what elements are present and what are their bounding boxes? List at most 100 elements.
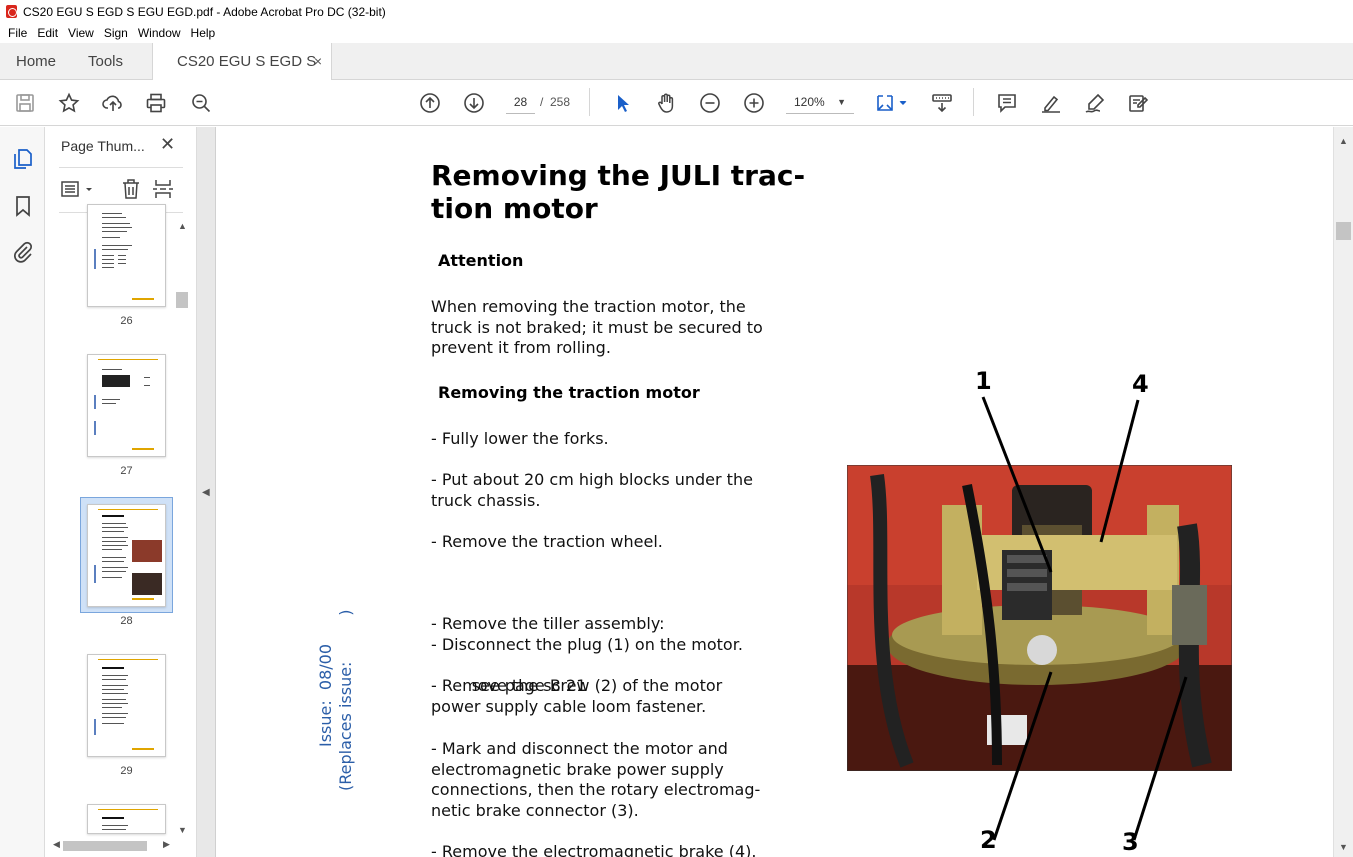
scrollbar-thumb[interactable] [63, 841, 147, 851]
attachment-icon[interactable] [11, 240, 35, 264]
callout-4: 4 [1132, 370, 1149, 398]
replaces-issue-label: (Replaces issue: ) [336, 609, 355, 791]
thumbnail-label: 28 [120, 615, 133, 627]
zoom-select[interactable]: 120% ▼ [786, 91, 854, 114]
callout-1: 1 [975, 367, 992, 395]
chevron-down-icon: ▼ [837, 97, 846, 107]
menu-help[interactable]: Help [186, 26, 221, 40]
upload-icon[interactable] [101, 91, 125, 115]
thumbnails-panel: Page Thum... ✕ 26 27 28 29 ▲ ▼ ◀ ▶ [45, 127, 197, 857]
fill-sign-icon[interactable] [1126, 91, 1150, 115]
text-line: - Mark and disconnect the motor and [431, 739, 728, 758]
comment-icon[interactable] [995, 91, 1019, 115]
text-line: - Disconnect the plug (1) on the motor. [431, 635, 743, 654]
document-scrollbar[interactable]: ▲ ▼ [1333, 127, 1353, 857]
tab-document[interactable]: CS20 EGU S EGD S ... × [152, 43, 332, 107]
panel-collapse-handle[interactable]: ◀ [197, 127, 216, 857]
chevron-right-icon[interactable]: ▶ [163, 839, 170, 850]
page-total: 258 [550, 95, 571, 109]
page-separator: / [540, 95, 544, 109]
tab-tools[interactable]: Tools [88, 43, 123, 80]
page-number-input[interactable]: 28 [506, 91, 535, 114]
window-title: CS20 EGU S EGD S EGU EGD.pdf - Adobe Acr… [23, 4, 386, 19]
sign-icon[interactable] [1083, 91, 1107, 115]
acrobat-app-icon [6, 5, 17, 18]
chevron-down-icon[interactable]: ▼ [1339, 842, 1348, 852]
menu-window[interactable]: Window [133, 26, 186, 40]
thumbnail-label: 27 [120, 465, 133, 477]
tab-home[interactable]: Home [16, 43, 56, 80]
menu-file[interactable]: File [3, 26, 32, 40]
text-line: connections, then the rotary electromag- [431, 780, 761, 799]
scrollbar-thumb[interactable] [1336, 222, 1351, 240]
attention-heading: Attention [438, 251, 524, 270]
delete-icon[interactable] [119, 177, 143, 201]
text-line: - Remove the electromagnetic brake (4). [431, 842, 757, 857]
chevron-up-icon[interactable]: ▲ [178, 221, 187, 231]
chevron-down-icon[interactable]: ▼ [178, 825, 187, 835]
print-icon[interactable] [144, 91, 168, 115]
panel-divider [59, 167, 183, 168]
highlight-icon[interactable] [1039, 91, 1063, 115]
tab-close-button[interactable]: × [314, 43, 322, 80]
page-title: Removing the JULI trac- tion motor [431, 159, 821, 225]
search-zoom-icon[interactable] [189, 91, 213, 115]
left-rail [0, 127, 45, 857]
text-line: - Put about 20 cm high blocks under the [431, 470, 753, 489]
thumbnails-hscrollbar[interactable]: ◀ ▶ [51, 839, 177, 853]
panel-title: Page Thum... [61, 138, 145, 154]
chevron-left-icon[interactable]: ◀ [53, 839, 60, 850]
thumbnail-page[interactable] [87, 804, 166, 834]
collapse-arrow-icon[interactable]: ◀ [202, 487, 210, 498]
scrollbar-thumb[interactable] [176, 292, 188, 308]
thumbnail-page-selected[interactable] [87, 504, 166, 607]
text-line: electromagnetic brake power supply [431, 759, 724, 779]
thumbnail-options-button[interactable] [60, 177, 96, 201]
attention-text: When removing the traction motor, the tr… [431, 297, 811, 359]
text-line: prevent it from rolling. [431, 338, 611, 357]
menu-view[interactable]: View [63, 26, 99, 40]
issue-label: Issue: 08/00 [316, 643, 335, 747]
thumbnail-page[interactable] [87, 354, 166, 457]
thumbnail-page[interactable] [87, 204, 166, 307]
panel-close-button[interactable]: ✕ [160, 134, 175, 155]
text-line: power supply cable loom fastener. [431, 696, 707, 716]
chevron-up-icon[interactable]: ▲ [1339, 136, 1348, 146]
step: - Put about 20 cm high blocks under the … [431, 470, 811, 511]
extract-pages-icon[interactable] [151, 177, 175, 201]
thumbnail-label: 26 [120, 315, 133, 327]
text-line: - Remove the screw (2) of the motor [431, 676, 723, 695]
step: - Fully lower the forks. [431, 429, 811, 450]
bookmark-icon[interactable] [11, 194, 35, 218]
step: - Disconnect the plug (1) on the motor. [431, 635, 811, 656]
page-down-icon[interactable] [462, 91, 486, 115]
tab-bar: Home Tools CS20 EGU S EGD S ... × [0, 43, 1353, 107]
page-thumbnails-icon[interactable] [11, 147, 35, 171]
step: - Remove the electromagnetic brake (4). [431, 842, 811, 857]
issue-block: Issue: 08/00 (Replaces issue: ) [316, 610, 355, 791]
title-bar: CS20 EGU S EGD S EGU EGD.pdf - Adobe Acr… [0, 0, 1353, 23]
select-arrow-icon[interactable] [610, 91, 634, 115]
zoom-out-icon[interactable] [698, 91, 722, 115]
zoom-in-icon[interactable] [742, 91, 766, 115]
toolbar [0, 80, 1353, 126]
fit-page-icon[interactable] [873, 91, 909, 115]
star-icon[interactable] [57, 91, 81, 115]
document-view[interactable]: Removing the JULI trac- tion motor Atten… [216, 127, 1333, 857]
menu-sign[interactable]: Sign [99, 26, 133, 40]
hand-icon[interactable] [654, 91, 678, 115]
menu-edit[interactable]: Edit [32, 26, 63, 40]
text-line: netic brake connector (3). [431, 800, 639, 820]
scroll-mode-icon[interactable] [930, 91, 954, 115]
text-line: - Remove the traction wheel. [431, 532, 663, 551]
page-up-icon[interactable] [418, 91, 442, 115]
step: - Mark and disconnect the motor and elec… [431, 739, 811, 821]
thumbnail-page[interactable] [87, 654, 166, 757]
callout-2: 2 [980, 826, 997, 854]
step: - Remove the traction wheel. [431, 532, 811, 553]
zoom-value: 120% [794, 95, 825, 109]
callout-lines [981, 396, 1188, 841]
thumbnails-scrollbar[interactable]: ▲ ▼ [175, 219, 189, 839]
callout-3: 3 [1122, 828, 1139, 856]
save-icon[interactable] [13, 91, 37, 115]
